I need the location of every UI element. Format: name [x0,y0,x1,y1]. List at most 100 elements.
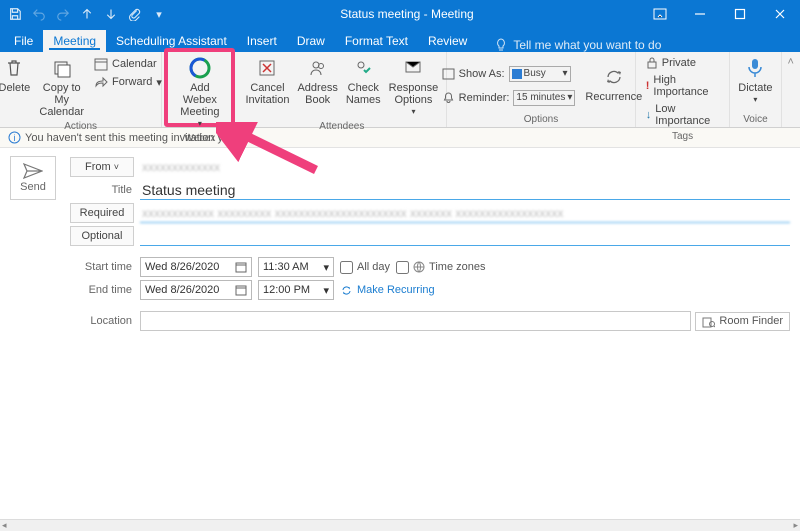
minimize-icon[interactable] [680,0,720,28]
mic-icon [745,56,765,80]
ribbon-group-attendees: Cancel Invitation Address Book Check Nam… [237,52,447,127]
trash-icon [4,56,24,80]
quick-access-toolbar: ▾ [0,3,174,25]
tell-me-label: Tell me what you want to do [513,38,661,52]
chevron-down-icon: ▾ [323,261,329,274]
meeting-form: Send From ˅ xxxxxxxxxxxxx Title Status m… [0,148,800,339]
calendar-icon [235,261,247,273]
ribbon: Delete Copy to My Calendar Calendar Forw… [0,52,800,128]
private-button[interactable]: Private [642,56,724,70]
previous-icon[interactable] [76,3,98,25]
recurrence-icon [603,65,625,89]
window-title: Status meeting - Meeting [174,7,640,21]
make-recurring-link[interactable]: Make Recurring [340,284,435,297]
collapse-ribbon-icon[interactable]: ˄ [788,56,794,68]
start-time-label: Start time [70,261,140,273]
location-input[interactable] [140,311,691,331]
show-as-dropdown[interactable]: Busy ▾ [509,66,571,82]
calendar-copy-icon [52,56,72,80]
horizontal-scrollbar[interactable]: ◂ ▸ [0,519,800,531]
response-icon [403,56,423,80]
chevron-down-icon: ▾ [753,94,757,106]
dictate-button[interactable]: Dictate ▾ [734,54,776,108]
check-names-button[interactable]: Check Names [342,54,385,108]
redo-icon[interactable] [52,3,74,25]
webex-icon [188,56,212,80]
save-icon[interactable] [4,3,26,25]
required-input[interactable]: xxxxxxxxxxxx xxxxxxxxx xxxxxxxxxxxxxxxxx… [140,203,790,223]
required-button[interactable]: Required [70,203,134,223]
maximize-icon[interactable] [720,0,760,28]
close-icon[interactable] [760,0,800,28]
calendar-button[interactable]: Calendar [90,56,166,72]
ribbon-group-tags: Private !High Importance ↓Low Importance… [636,52,731,127]
copy-calendar-button[interactable]: Copy to My Calendar [35,54,88,120]
chevron-down-icon: ˅ [114,162,119,172]
info-icon: i [8,131,21,144]
scroll-left-icon[interactable]: ◂ [2,520,7,531]
delete-button[interactable]: Delete [0,54,35,96]
send-icon [23,163,43,179]
chevron-down-icon: ▾ [156,76,162,89]
ribbon-group-actions: Delete Copy to My Calendar Calendar Forw… [0,52,162,127]
tab-insert[interactable]: Insert [237,30,287,52]
lightbulb-icon [495,38,507,52]
address-book-icon [308,56,328,80]
qat-more-icon[interactable]: ▾ [148,3,170,25]
attach-icon[interactable] [124,3,146,25]
tab-file[interactable]: File [4,30,43,52]
ribbon-group-voice: Dictate ▾ Voice [730,52,780,127]
svg-text:i: i [14,133,16,143]
low-importance-button[interactable]: ↓Low Importance [642,102,724,128]
tab-format[interactable]: Format Text [335,30,418,52]
title-bar: ▾ Status meeting - Meeting [0,0,800,28]
calendar-icon [94,57,108,71]
from-value: xxxxxxxxxxxxx [140,157,790,177]
bell-icon [442,91,455,104]
scroll-right-icon[interactable]: ▸ [793,520,798,531]
optional-button[interactable]: Optional [70,226,134,246]
from-button[interactable]: From ˅ [70,157,134,177]
room-icon [702,315,715,328]
add-webex-button[interactable]: Add Webex Meeting ▾ [172,54,227,132]
title-input[interactable]: Status meeting [140,180,790,200]
tell-me[interactable]: Tell me what you want to do [495,38,661,52]
info-message: You haven't sent this meeting invitation… [25,132,235,144]
all-day-checkbox[interactable]: All day [340,261,390,274]
calendar-icon [442,67,455,80]
chevron-down-icon: ▾ [567,92,572,103]
ribbon-tabs: File Meeting Scheduling Assistant Insert… [0,28,800,52]
reminder-dropdown[interactable]: 15 minutes ▾ [513,90,575,106]
forward-button[interactable]: Forward ▾ [90,74,166,90]
ribbon-display-options-icon[interactable] [640,0,680,28]
cancel-invitation-button[interactable]: Cancel Invitation [241,54,293,108]
end-time-input[interactable]: 12:00 PM▾ [258,280,334,300]
location-label: Location [70,315,140,327]
importance-low-icon: ↓ [646,109,652,121]
tab-meeting[interactable]: Meeting [43,30,106,52]
next-icon[interactable] [100,3,122,25]
recurrence-icon [340,284,353,297]
tab-review[interactable]: Review [418,30,477,52]
response-options-button[interactable]: Response Options ▾ [385,54,443,120]
chevron-down-icon: ▾ [411,106,415,118]
start-time-input[interactable]: 11:30 AM▾ [258,257,334,277]
address-book-button[interactable]: Address Book [293,54,341,108]
chevron-down-icon: ▾ [563,68,568,79]
high-importance-button[interactable]: !High Importance [642,73,724,99]
importance-high-icon: ! [646,80,650,92]
optional-input[interactable] [140,226,790,246]
end-time-label: End time [70,284,140,296]
tab-draw[interactable]: Draw [287,30,335,52]
forward-icon [94,75,108,89]
lock-icon [646,57,658,69]
undo-icon[interactable] [28,3,50,25]
start-date-input[interactable]: Wed 8/26/2020 [140,257,252,277]
room-finder-button[interactable]: Room Finder [695,312,790,331]
end-date-input[interactable]: Wed 8/26/2020 [140,280,252,300]
time-zones-checkbox[interactable]: Time zones [396,261,485,274]
send-button[interactable]: Send [10,156,56,200]
globe-icon [413,261,425,273]
title-label: Title [70,184,140,196]
calendar-icon [235,284,247,296]
